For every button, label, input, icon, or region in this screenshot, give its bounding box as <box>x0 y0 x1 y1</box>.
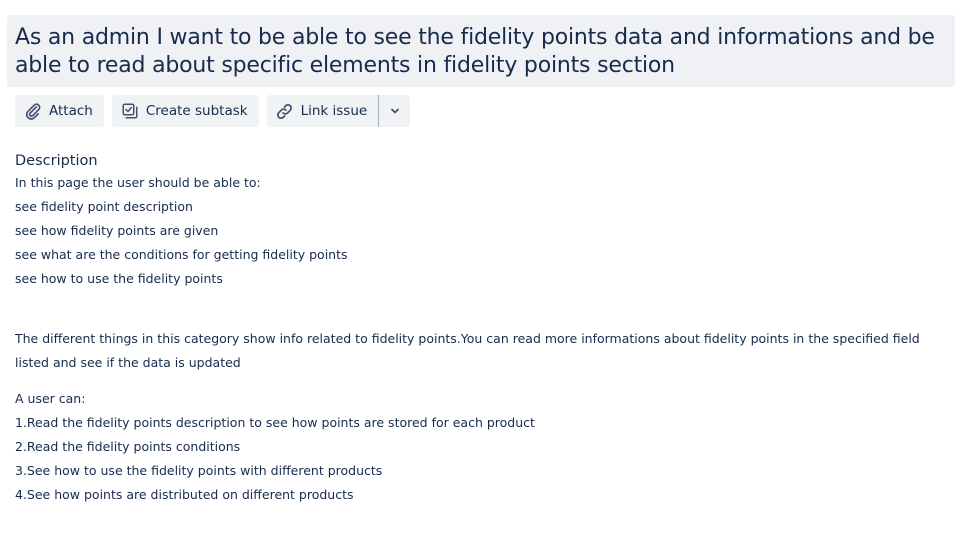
issue-title[interactable]: As an admin I want to be able to see the… <box>15 24 947 80</box>
link-issue-button[interactable]: Link issue <box>266 95 379 127</box>
paperclip-icon <box>23 101 43 121</box>
issue-toolbar: Attach Create subtask Link issue <box>15 95 411 127</box>
attach-label: Attach <box>49 103 93 119</box>
list-item: 2.Read the fidelity points conditions <box>15 439 241 454</box>
issue-title-field[interactable]: As an admin I want to be able to see the… <box>7 15 955 87</box>
list-item: 3.See how to use the fidelity points wit… <box>15 463 383 478</box>
create-subtask-button[interactable]: Create subtask <box>111 95 259 127</box>
description-heading: Description <box>15 153 98 169</box>
user-can-heading: A user can: <box>15 391 86 406</box>
description-body[interactable]: In this page the user should be able to:… <box>15 171 955 507</box>
link-issue-label: Link issue <box>300 103 368 119</box>
create-subtask-label: Create subtask <box>145 103 248 119</box>
link-issue-group: Link issue <box>266 95 411 127</box>
attach-button[interactable]: Attach <box>15 95 104 127</box>
list-item: 1.Read the fidelity points description t… <box>15 415 535 430</box>
subtask-icon <box>120 101 140 121</box>
issue-view: As an admin I want to be able to see the… <box>0 0 964 541</box>
link-icon <box>275 101 295 121</box>
list-item: see what are the conditions for getting … <box>15 247 348 262</box>
list-item: 4.See how points are distributed on diff… <box>15 487 354 502</box>
list-item: see fidelity point description <box>15 199 193 214</box>
description-paragraph: The different things in this category sh… <box>15 331 920 370</box>
description-section: Description In this page the user should… <box>15 151 955 507</box>
more-actions-button[interactable] <box>378 95 411 127</box>
description-intro: In this page the user should be able to: <box>15 175 261 190</box>
chevron-down-icon <box>389 105 401 117</box>
list-item: see how fidelity points are given <box>15 223 219 238</box>
list-item: see how to use the fidelity points <box>15 271 223 286</box>
